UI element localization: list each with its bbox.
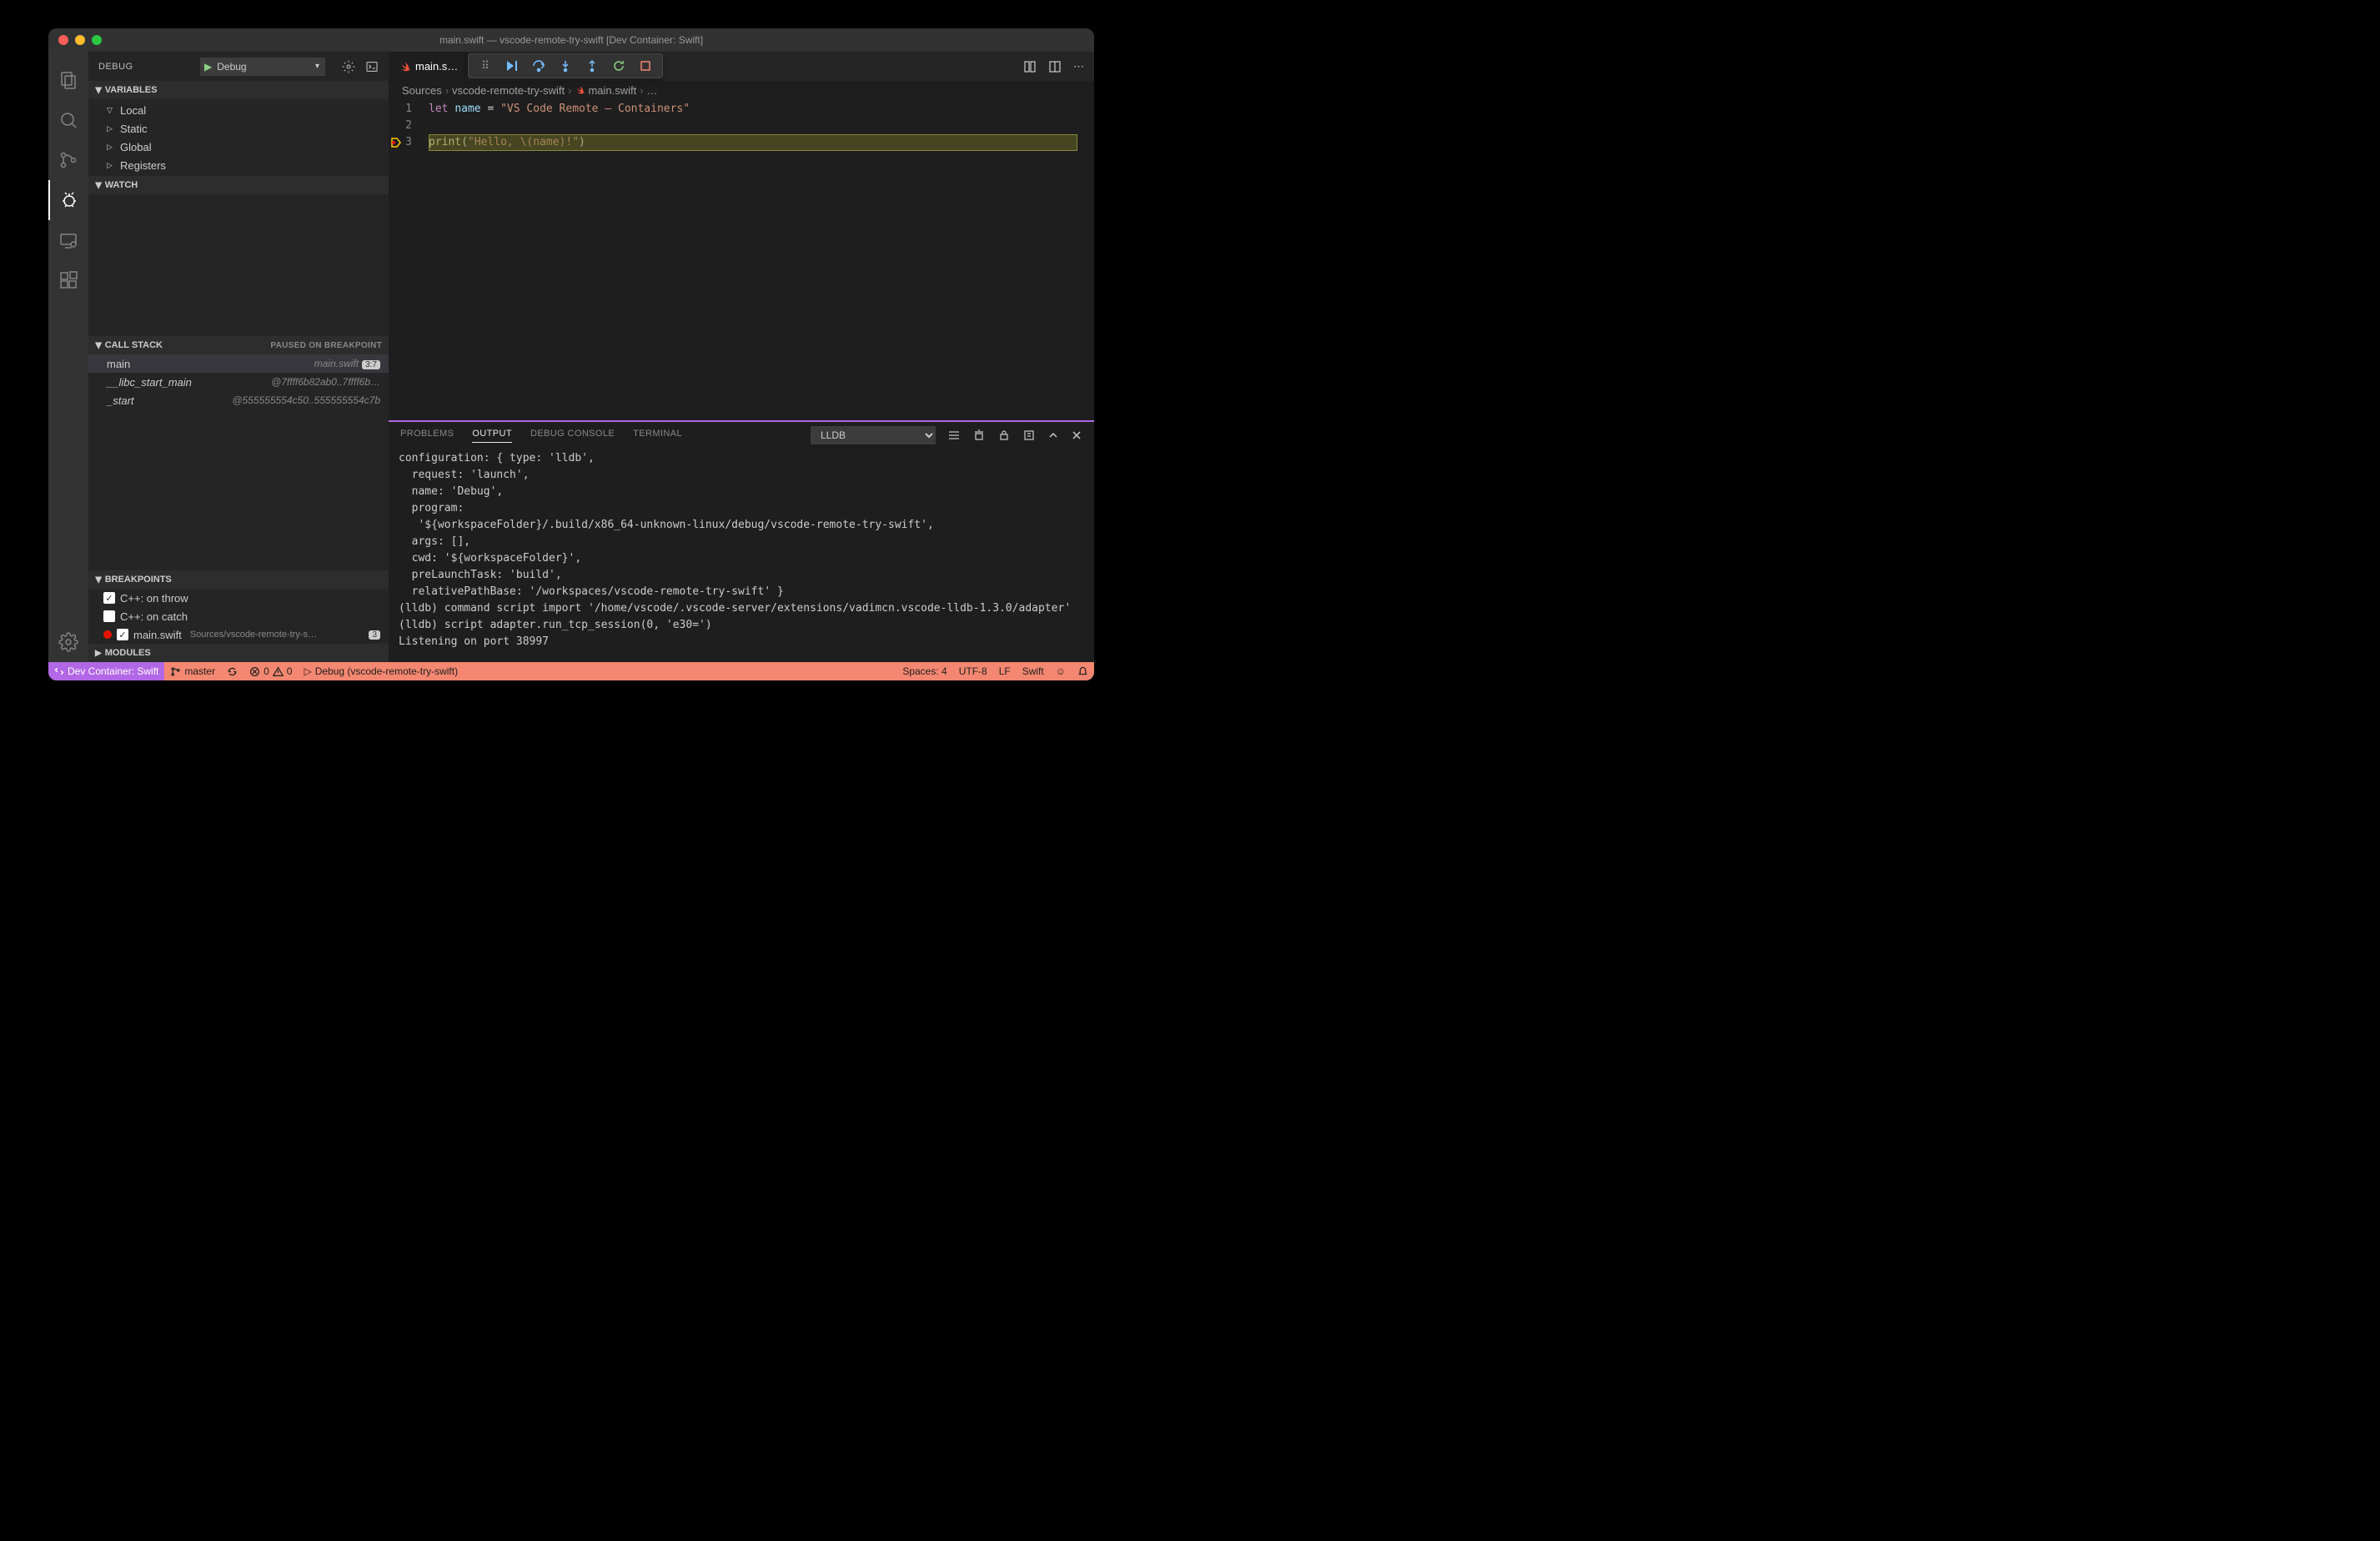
current-frame-icon <box>390 137 402 148</box>
stop-button[interactable] <box>634 55 657 77</box>
restart-button[interactable] <box>607 55 630 77</box>
scope-static[interactable]: ▷Static <box>88 119 389 138</box>
stackframe-0[interactable]: main main.swift3:7 <box>88 354 389 373</box>
stackframe-2[interactable]: _start @555555554c50..555555554c7b <box>88 391 389 409</box>
scope-registers[interactable]: ▷Registers <box>88 156 389 174</box>
swift-file-icon <box>575 85 585 95</box>
watch-header[interactable]: ▶WATCH <box>88 176 389 194</box>
more-actions-icon[interactable]: ⋯ <box>1073 60 1084 73</box>
indentation-status[interactable]: Spaces: 4 <box>896 665 952 677</box>
variables-list: ▽Local ▷Static ▷Global ▷Registers <box>88 99 389 176</box>
problems-count[interactable]: 0 0 <box>244 662 298 680</box>
variables-header[interactable]: ▶VARIABLES <box>88 81 389 99</box>
output-body[interactable]: configuration: { type: 'lldb', request: … <box>389 449 1094 662</box>
compare-changes-icon[interactable] <box>1023 60 1037 73</box>
current-line-highlight <box>429 134 1077 151</box>
breakpoint-1[interactable]: C++: on catch <box>88 607 389 625</box>
sidebar-title: DEBUG <box>98 62 133 72</box>
tab-problems[interactable]: PROBLEMS <box>400 429 454 442</box>
start-debug-icon: ▶ <box>204 61 212 73</box>
scope-global[interactable]: ▷Global <box>88 138 389 156</box>
tab-main-swift[interactable]: main.s… <box>389 52 468 81</box>
watch-body[interactable] <box>88 194 389 336</box>
code-content[interactable]: let name = "VS Code Remote – Containers"… <box>429 99 1094 420</box>
continue-button[interactable] <box>500 55 524 77</box>
sidebar-header: DEBUG ▶ Debug ▾ <box>88 52 389 81</box>
main-body: DEBUG ▶ Debug ▾ ▶VARIABLES <box>48 52 1094 662</box>
editor-area: main.s… ⠿ ⋯ Sources› <box>389 52 1094 662</box>
tab-debug-console[interactable]: DEBUG CONSOLE <box>530 429 615 442</box>
debug-toolbar[interactable]: ⠿ <box>468 53 663 78</box>
code-editor[interactable]: 1 2 3 let name = "VS Code Remote – Conta… <box>389 99 1094 420</box>
scope-local[interactable]: ▽Local <box>88 101 389 119</box>
callstack-status: PAUSED ON BREAKPOINT <box>270 341 382 350</box>
extensions-icon[interactable] <box>48 260 88 300</box>
activity-bar <box>48 52 88 662</box>
settings-gear-icon[interactable] <box>48 622 88 662</box>
filter-icon[interactable] <box>947 429 961 442</box>
breakpoint-dot-icon <box>103 630 112 639</box>
breadcrumbs[interactable]: Sources› vscode-remote-try-swift› main.s… <box>389 81 1094 99</box>
modules-header[interactable]: ▶MODULES <box>88 644 389 662</box>
step-over-button[interactable] <box>527 55 550 77</box>
debug-config-name: Debug <box>217 61 246 73</box>
tab-label: main.s… <box>415 60 458 73</box>
step-into-button[interactable] <box>554 55 577 77</box>
status-bar: Dev Container: Swift master 0 0 ▷Debug (… <box>48 662 1094 680</box>
source-control-icon[interactable] <box>48 140 88 180</box>
split-editor-icon[interactable] <box>1048 60 1062 73</box>
debug-settings-icon[interactable] <box>342 60 355 73</box>
breakpoint-0[interactable]: ✓ C++: on throw <box>88 589 389 607</box>
panel-tabs: PROBLEMS OUTPUT DEBUG CONSOLE TERMINAL L… <box>389 422 1094 449</box>
search-icon[interactable] <box>48 100 88 140</box>
breakpoints-header[interactable]: ▶BREAKPOINTS <box>88 570 389 589</box>
bottom-panel: PROBLEMS OUTPUT DEBUG CONSOLE TERMINAL L… <box>389 420 1094 662</box>
git-branch[interactable]: master <box>164 662 221 680</box>
checkbox-icon[interactable]: ✓ <box>117 629 128 640</box>
encoding-status[interactable]: UTF-8 <box>953 665 993 677</box>
debug-config-dropdown[interactable]: ▶ Debug ▾ <box>200 58 325 76</box>
callstack-body: main main.swift3:7 __libc_start_main @7f… <box>88 354 389 409</box>
close-panel-icon[interactable] <box>1071 429 1082 441</box>
remote-indicator[interactable]: Dev Container: Swift <box>48 662 164 680</box>
debug-icon[interactable] <box>48 180 88 220</box>
lock-scroll-icon[interactable] <box>997 429 1011 442</box>
editor-tabs: main.s… ⠿ ⋯ <box>389 52 1094 81</box>
breakpoints-body: ✓ C++: on throw C++: on catch ✓ main.swi… <box>88 589 389 644</box>
explorer-icon[interactable] <box>48 60 88 100</box>
checkbox-icon[interactable] <box>103 610 115 622</box>
output-channel-select[interactable]: LLDB <box>811 426 936 444</box>
titlebar: main.swift — vscode-remote-try-swift [De… <box>48 28 1094 52</box>
tab-terminal[interactable]: TERMINAL <box>633 429 682 442</box>
step-out-button[interactable] <box>580 55 604 77</box>
clear-output-icon[interactable] <box>972 429 986 442</box>
checkbox-icon[interactable]: ✓ <box>103 592 115 604</box>
breakpoint-2[interactable]: ✓ main.swift Sources/vscode-remote-try-s… <box>88 625 389 644</box>
debug-sidebar: DEBUG ▶ Debug ▾ ▶VARIABLES <box>88 52 389 662</box>
language-status[interactable]: Swift <box>1017 665 1050 677</box>
debug-console-icon[interactable] <box>365 60 379 73</box>
sync-button[interactable] <box>221 662 244 680</box>
drag-handle-icon[interactable]: ⠿ <box>474 55 497 77</box>
swift-file-icon <box>399 61 410 73</box>
tab-output[interactable]: OUTPUT <box>472 429 512 443</box>
vscode-window: main.swift — vscode-remote-try-swift [De… <box>48 28 1094 680</box>
stackframe-1[interactable]: __libc_start_main @7ffff6b82ab0..7ffff6b… <box>88 373 389 391</box>
remote-explorer-icon[interactable] <box>48 220 88 260</box>
maximize-panel-icon[interactable] <box>1047 429 1059 441</box>
notifications-icon[interactable] <box>1072 665 1094 676</box>
feedback-icon[interactable]: ☺ <box>1050 665 1072 677</box>
callstack-header[interactable]: ▶CALL STACK PAUSED ON BREAKPOINT <box>88 336 389 354</box>
open-log-icon[interactable] <box>1022 429 1036 442</box>
eol-status[interactable]: LF <box>993 665 1017 677</box>
debug-status[interactable]: ▷Debug (vscode-remote-try-swift) <box>298 662 464 680</box>
line-gutter: 1 2 3 <box>389 99 429 420</box>
window-title: main.swift — vscode-remote-try-swift [De… <box>48 34 1094 46</box>
